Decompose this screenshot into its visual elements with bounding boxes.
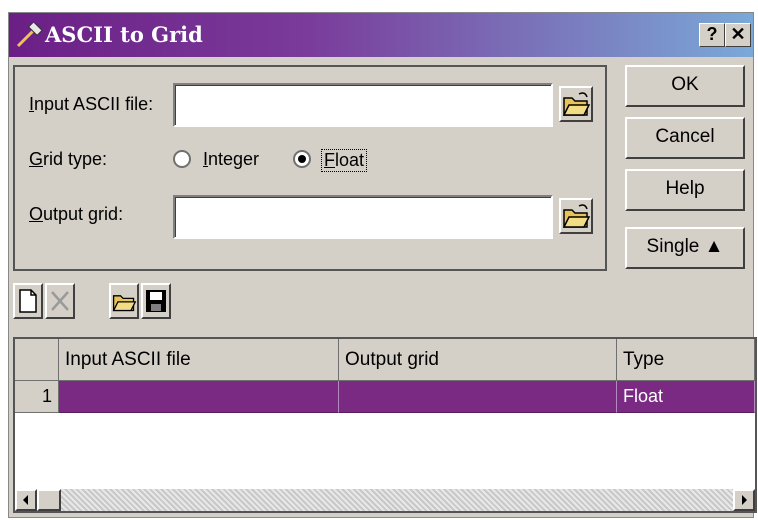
open-list-button[interactable] <box>109 283 139 319</box>
row-number[interactable]: 1 <box>15 381 59 413</box>
browse-input-button[interactable] <box>559 86 593 122</box>
new-icon <box>19 289 37 313</box>
radio-integer-label[interactable]: Integer <box>203 149 259 170</box>
horizontal-scrollbar[interactable] <box>15 489 755 511</box>
browse-output-button[interactable] <box>559 198 593 234</box>
scroll-right-button[interactable] <box>733 489 755 511</box>
scroll-left-button[interactable] <box>15 489 37 511</box>
radio-float[interactable] <box>293 150 311 168</box>
radio-float-label[interactable]: Float <box>321 149 368 172</box>
right-arrow-icon <box>742 495 747 505</box>
save-icon <box>146 290 166 312</box>
new-row-button[interactable] <box>13 283 43 319</box>
window-title: ASCII to Grid <box>45 22 203 47</box>
batch-grid-table[interactable]: Input ASCII file Output grid Type 1 Floa… <box>13 337 757 513</box>
left-arrow-icon <box>23 495 28 505</box>
hammer-icon <box>16 23 43 48</box>
cell-output-grid[interactable] <box>339 381 617 413</box>
help-button[interactable]: Help <box>625 169 745 211</box>
delete-row-button[interactable] <box>45 283 75 319</box>
open-icon <box>112 295 137 312</box>
open-folder-icon <box>562 92 591 116</box>
output-grid-field[interactable] <box>173 195 553 239</box>
save-list-button[interactable] <box>141 283 171 319</box>
row-header-corner <box>15 339 59 381</box>
scroll-thumb[interactable] <box>37 489 61 511</box>
column-header-output[interactable]: Output grid <box>339 339 617 381</box>
close-button[interactable]: ✕ <box>725 23 751 47</box>
ok-button[interactable]: OK <box>625 65 745 107</box>
radio-selected-dot <box>298 155 306 163</box>
output-grid-label: Output grid: <box>29 204 124 224</box>
help-title-button[interactable]: ? <box>699 23 725 47</box>
column-header-input[interactable]: Input ASCII file <box>59 339 339 381</box>
cell-type[interactable]: Float <box>617 381 755 413</box>
ascii-to-grid-dialog: ASCII to Grid ? ✕ Input ASCII file: Grid… <box>8 12 757 518</box>
title-bar[interactable]: ASCII to Grid ? ✕ <box>9 13 753 57</box>
input-ascii-field[interactable] <box>173 83 553 127</box>
radio-integer[interactable] <box>173 150 191 168</box>
parameters-group: Input ASCII file: Grid type: Integer Flo… <box>13 65 607 271</box>
delete-icon <box>51 291 69 311</box>
open-folder-icon <box>562 204 591 228</box>
input-ascii-label: Input ASCII file: <box>29 94 154 114</box>
grid-type-label: Grid type: <box>29 149 108 169</box>
column-header-type[interactable]: Type <box>617 339 755 381</box>
single-toggle-button[interactable]: Single ▲ <box>625 227 745 269</box>
cancel-button[interactable]: Cancel <box>625 117 745 159</box>
cell-input-ascii[interactable] <box>59 381 339 413</box>
